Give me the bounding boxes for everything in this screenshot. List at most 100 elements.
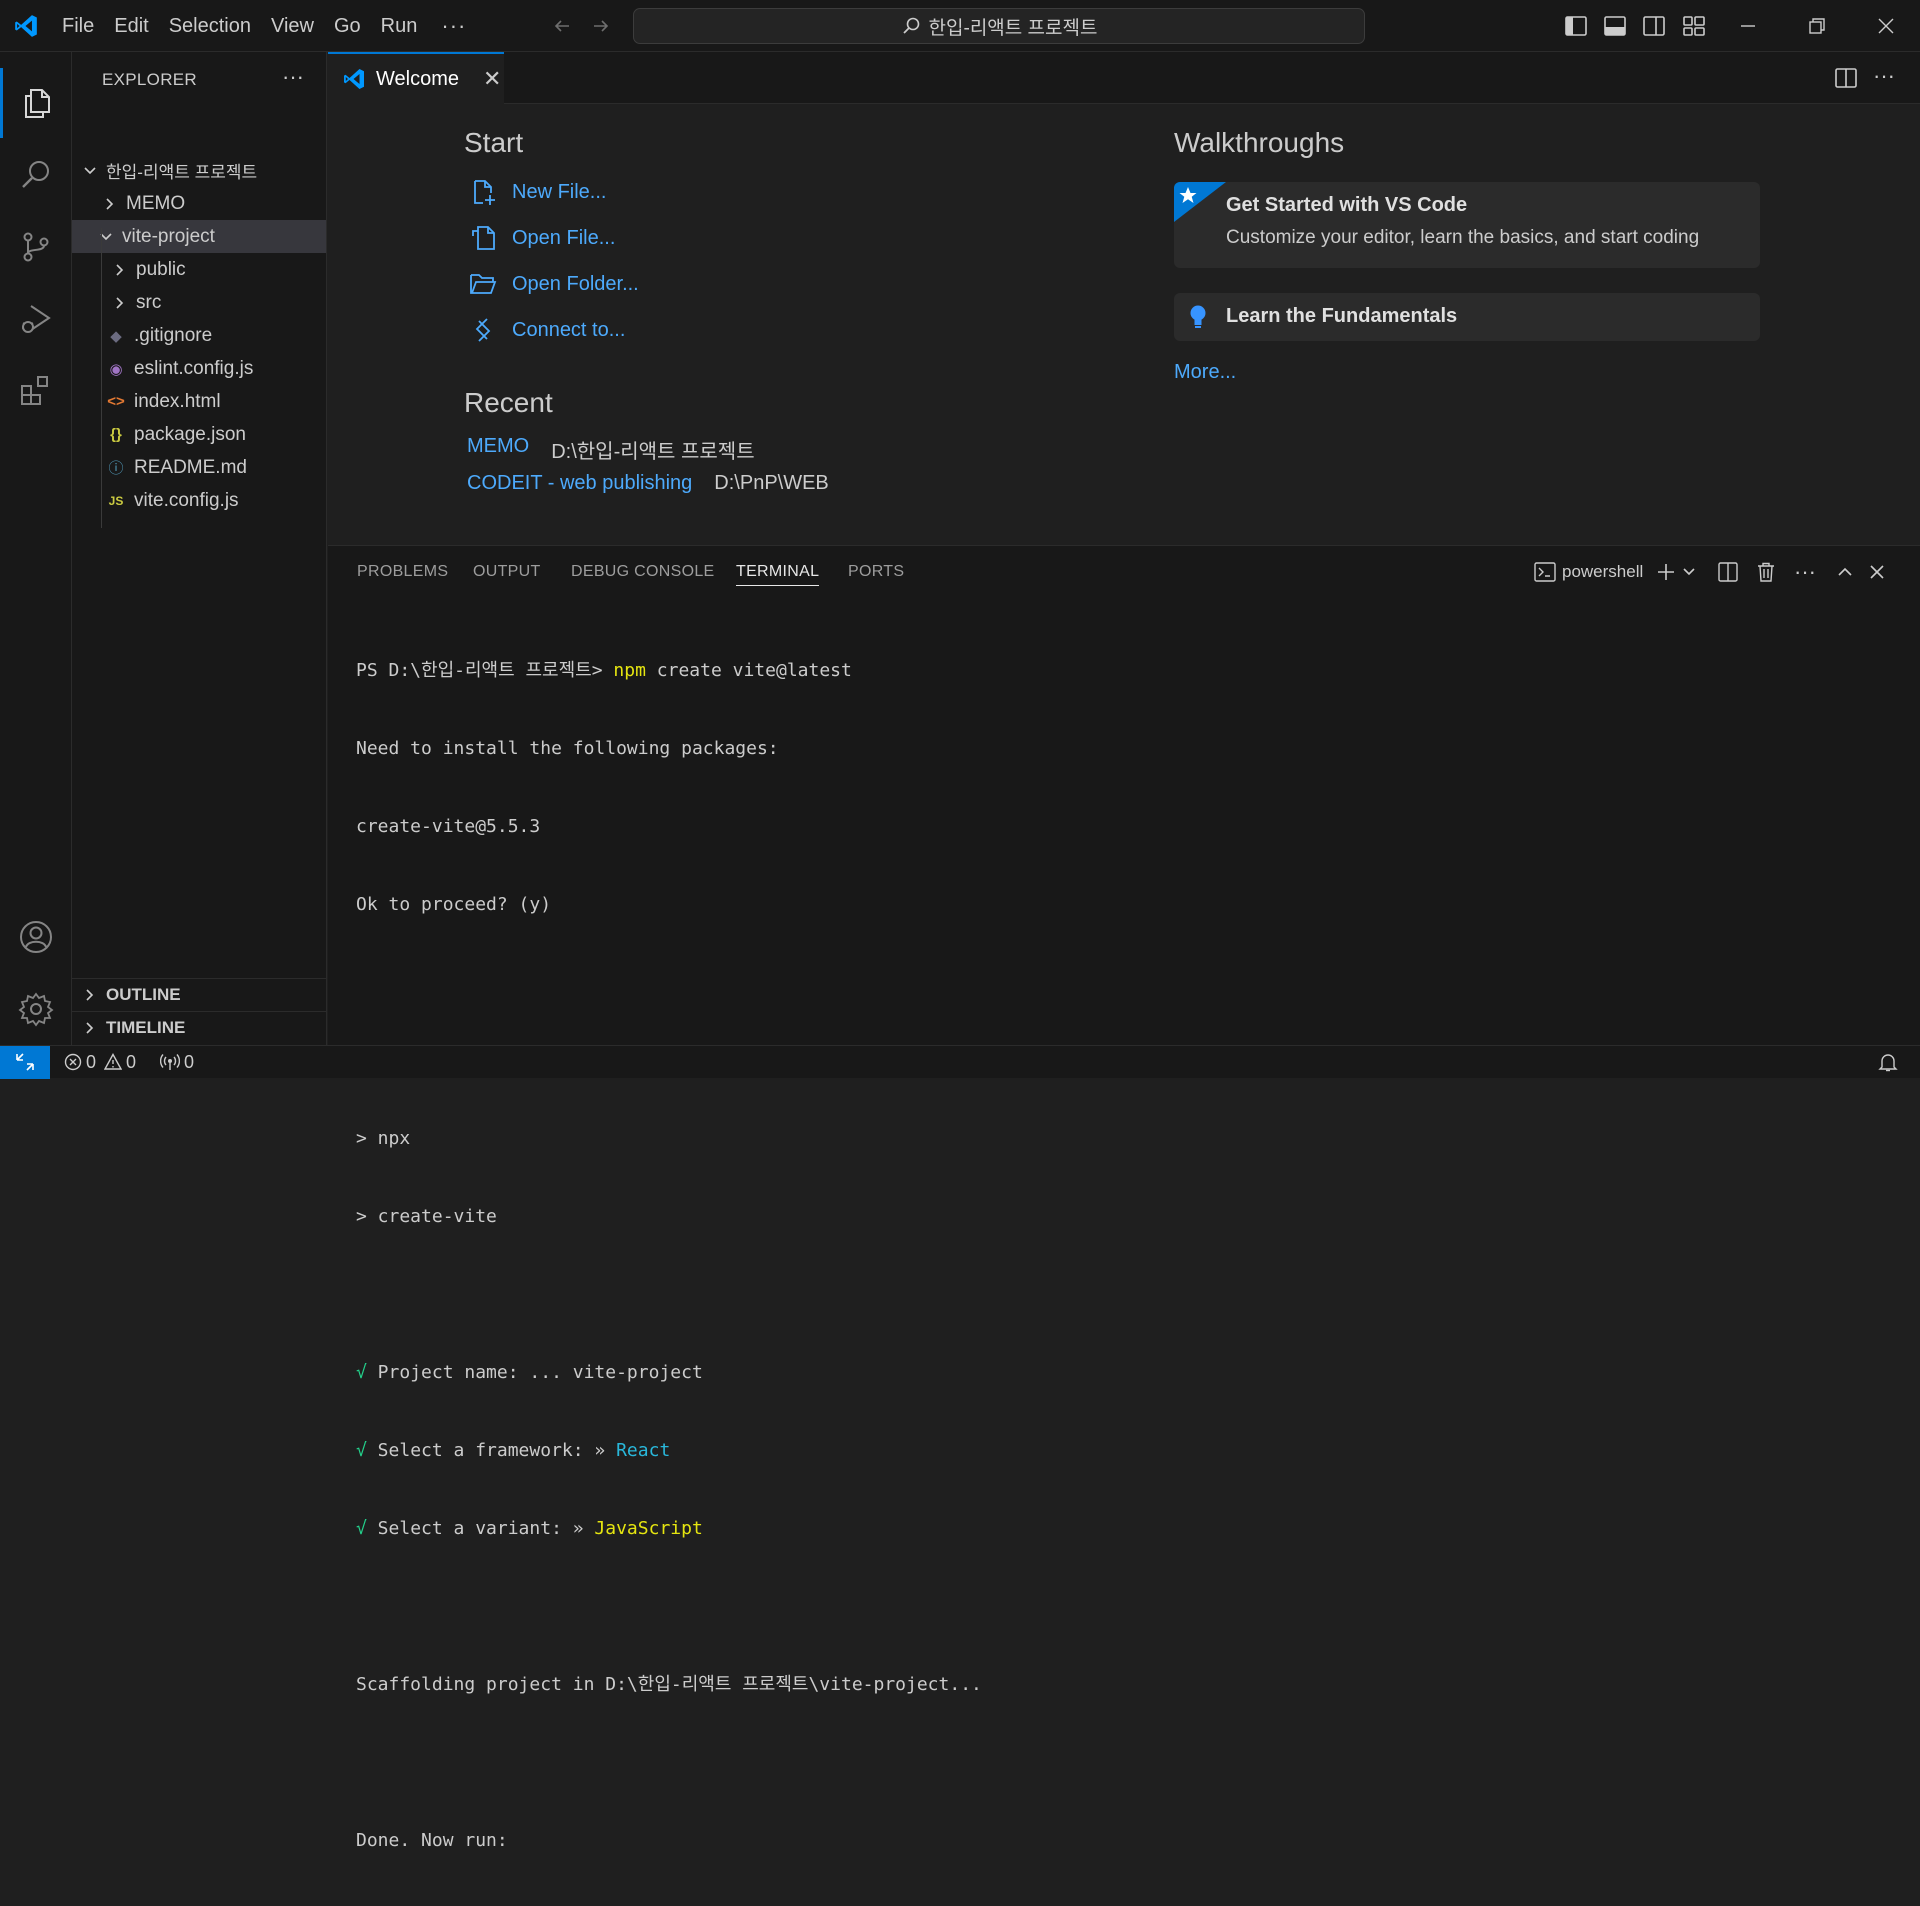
new-file-label: New File... (512, 180, 607, 203)
open-file-link[interactable]: Open File... (468, 223, 615, 253)
search-icon (901, 16, 921, 36)
tree-item-gitignore[interactable]: ◆ .gitignore (72, 319, 326, 352)
terminal-line: PS D:\한입-리액트 프로젝트> npm create vite@lates… (356, 660, 852, 681)
terminal-line: Ok to proceed? (y) (356, 894, 552, 915)
menu-edit[interactable]: Edit (104, 8, 158, 44)
html-file-icon: <> (107, 393, 125, 410)
explorer-more-button[interactable]: ··· (282, 64, 304, 90)
activity-bar (0, 52, 72, 1045)
toggle-primary-sidebar-icon[interactable] (1562, 12, 1590, 40)
menu-file[interactable]: File (52, 8, 104, 44)
tab-debug-console[interactable]: DEBUG CONSOLE (571, 563, 715, 581)
tree-item-label: src (136, 291, 162, 313)
lightbulb-icon (1188, 303, 1208, 331)
more-label: More... (1174, 361, 1237, 383)
close-tab-icon[interactable]: ✕ (483, 66, 501, 92)
recent-item-codeit[interactable]: CODEIT - web publishing D:\PnP\WEB (467, 472, 829, 495)
terminal-output[interactable]: PS D:\한입-리액트 프로젝트> npm create vite@lates… (356, 606, 982, 1906)
restore-icon[interactable] (1803, 12, 1831, 40)
ports-status[interactable]: 0 (160, 1052, 194, 1073)
split-terminal-icon[interactable] (1718, 558, 1738, 586)
menu-run[interactable]: Run (371, 8, 428, 44)
recent-name[interactable]: CODEIT - web publishing (467, 472, 692, 495)
tree-item-label: index.html (134, 390, 221, 412)
tree-root-folder[interactable]: 한입-리액트 프로젝트 (72, 154, 326, 187)
timeline-section[interactable]: TIMELINE (72, 1011, 326, 1044)
toggle-panel-icon[interactable] (1601, 12, 1629, 40)
terminal-line: √ Select a framework: » React (356, 1440, 671, 1461)
tree-item-label: vite-project (122, 225, 215, 247)
menu-more-button[interactable]: ··· (427, 8, 480, 44)
tree-item-label: public (136, 258, 186, 280)
tree-item-label: package.json (134, 423, 246, 445)
tab-ports[interactable]: PORTS (848, 563, 904, 581)
tree-item-public[interactable]: public (72, 253, 326, 286)
source-control-icon[interactable] (0, 212, 72, 282)
tree-item-memo[interactable]: MEMO (72, 187, 326, 220)
walkthrough-title: Get Started with VS Code (1226, 194, 1468, 216)
walkthrough-get-started[interactable]: Get Started with VS Code Customize your … (1174, 182, 1760, 268)
new-terminal-button[interactable] (1656, 558, 1696, 586)
command-center-search[interactable]: 한입-리액트 프로젝트 (633, 8, 1365, 44)
menu-view[interactable]: View (261, 8, 324, 44)
maximize-panel-icon[interactable] (1836, 558, 1854, 586)
run-debug-icon[interactable] (0, 284, 72, 354)
tree-item-label: README.md (134, 456, 247, 478)
tree-item-label: .gitignore (134, 324, 213, 346)
notifications-bell-icon[interactable] (1878, 1052, 1898, 1072)
close-window-icon[interactable] (1872, 12, 1900, 40)
customize-layout-icon[interactable] (1680, 12, 1708, 40)
tab-label: Welcome (376, 67, 459, 90)
menu-go[interactable]: Go (324, 8, 371, 44)
tree-item-index-html[interactable]: <> index.html (72, 385, 326, 418)
chevron-down-icon (80, 161, 100, 181)
toggle-secondary-sidebar-icon[interactable] (1640, 12, 1668, 40)
recent-item-memo[interactable]: MEMO D:\한입-리액트 프로젝트 (467, 435, 755, 464)
menu-selection[interactable]: Selection (159, 8, 261, 44)
tab-terminal[interactable]: TERMINAL (736, 563, 820, 586)
split-editor-icon[interactable] (1832, 64, 1860, 92)
tree-item-src[interactable]: src (72, 286, 326, 319)
extensions-icon[interactable] (0, 356, 72, 426)
panel-more-button[interactable]: ··· (1794, 558, 1816, 586)
manage-gear-icon[interactable] (0, 974, 72, 1044)
tab-output[interactable]: OUTPUT (473, 563, 541, 581)
chevron-down-icon[interactable] (1682, 565, 1696, 579)
title-bar: File Edit Selection View Go Run ··· 한입-리… (0, 0, 1920, 52)
tree-item-package-json[interactable]: {} package.json (72, 418, 326, 451)
back-arrow-icon[interactable] (548, 12, 576, 40)
minimize-icon[interactable] (1734, 12, 1762, 40)
tab-problems[interactable]: PROBLEMS (357, 563, 448, 581)
tree-item-vite-project[interactable]: vite-project (72, 220, 326, 253)
tree-item-eslint-config[interactable]: ◉ eslint.config.js (72, 352, 326, 385)
forward-arrow-icon[interactable] (587, 12, 615, 40)
tab-welcome[interactable]: Welcome ✕ (328, 52, 504, 104)
explorer-icon[interactable] (0, 68, 72, 138)
open-folder-link[interactable]: Open Folder... (468, 269, 639, 299)
more-walkthroughs-link[interactable]: More... (1174, 361, 1236, 384)
accounts-icon[interactable] (0, 902, 72, 972)
terminal-profile[interactable]: powershell (1534, 558, 1643, 586)
walkthroughs-heading: Walkthroughs (1174, 127, 1345, 158)
info-file-icon: ⓘ (108, 460, 124, 477)
git-file-icon: ◆ (110, 327, 122, 345)
new-file-link[interactable]: New File... (468, 177, 606, 207)
eslint-file-icon: ◉ (109, 360, 123, 378)
tree-item-vite-config[interactable]: JS vite.config.js (72, 484, 326, 517)
trash-icon[interactable] (1756, 558, 1776, 586)
warning-icon (104, 1053, 123, 1071)
editor-more-button[interactable]: ··· (1870, 62, 1898, 90)
search-view-icon[interactable] (0, 140, 72, 210)
walkthrough-fundamentals[interactable]: Learn the Fundamentals (1174, 293, 1760, 341)
problems-status[interactable]: 0 0 (64, 1052, 136, 1073)
tree-item-label: vite.config.js (134, 489, 239, 511)
close-panel-icon[interactable] (1868, 558, 1886, 586)
recent-path: D:\PnP\WEB (714, 472, 829, 494)
recent-name[interactable]: MEMO (467, 435, 529, 464)
outline-section[interactable]: OUTLINE (72, 978, 326, 1011)
connect-to-link[interactable]: Connect to... (468, 315, 625, 345)
explorer-title: EXPLORER (102, 70, 197, 89)
remote-indicator-icon[interactable] (0, 1045, 50, 1079)
terminal-line: √ Project name: ... vite-project (356, 1362, 703, 1383)
tree-item-readme[interactable]: ⓘ README.md (72, 451, 326, 484)
